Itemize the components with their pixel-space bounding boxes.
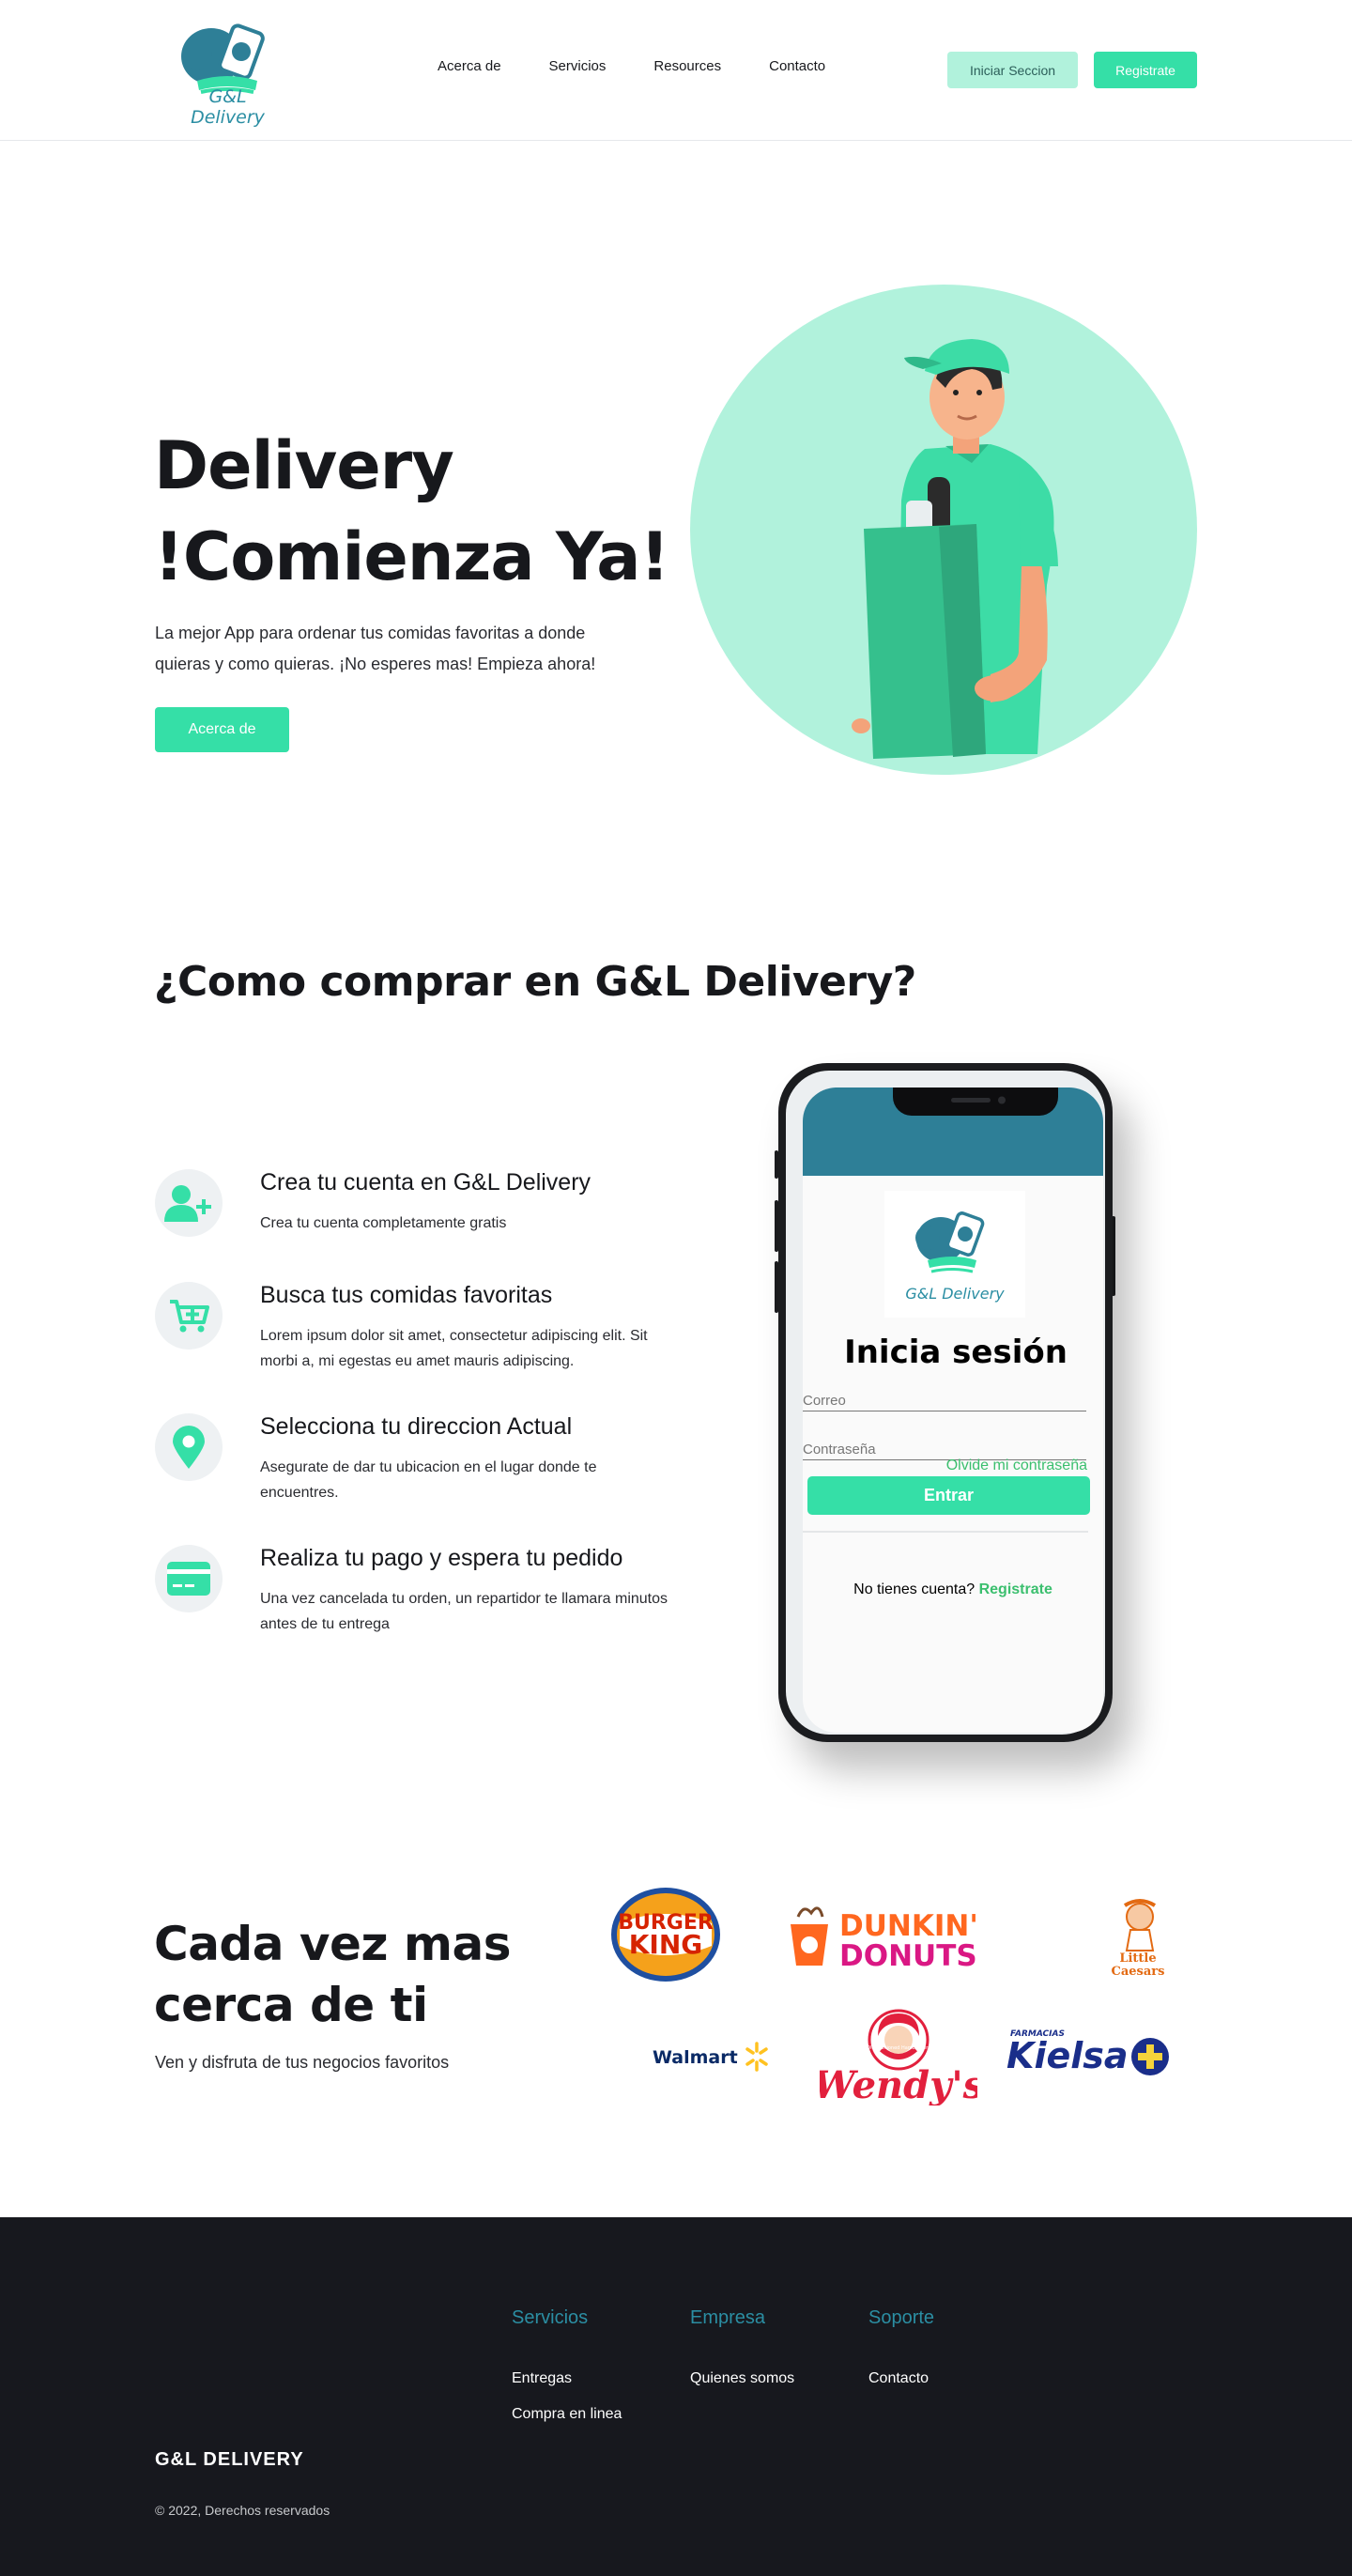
step-description: Crea tu cuenta completamente gratis <box>260 1215 507 1231</box>
phone-notch <box>893 1087 1058 1116</box>
phone-bezel: G&L Delivery Inicia sesión Correo Contra… <box>786 1071 1105 1735</box>
wendys-logo: Old Fashioned Hamburgers Wendy's <box>820 2008 977 2106</box>
brands-description: Ven y disfruta de tus negocios favoritos <box>155 2053 450 2072</box>
dunkin-word1: DUNKIN' <box>839 1909 978 1943</box>
phone-screen: G&L Delivery Inicia sesión Correo Contra… <box>803 1087 1103 1733</box>
divider <box>803 1531 1088 1533</box>
little-caesars-word1: Little <box>1119 1951 1156 1966</box>
little-caesars-word2: Caesars <box>1112 1965 1165 1979</box>
no-account-label: No tienes cuenta? <box>853 1581 976 1597</box>
footer-link-compra[interactable]: Compra en linea <box>512 2406 622 2423</box>
footer-col-empresa: Empresa <box>690 2307 766 2328</box>
kielsa-word: Kielsa <box>1006 2035 1129 2076</box>
step-description: Asegurate de dar tu ubicacion en el luga… <box>260 1459 597 1501</box>
footer-link-quienes[interactable]: Quienes somos <box>690 2370 794 2387</box>
nav-resources[interactable]: Resources <box>653 58 721 74</box>
step-description: Una vez cancelada tu orden, un repartido… <box>260 1591 668 1632</box>
footer-brand: G&L DELIVERY <box>155 2449 304 2470</box>
step-title: Busca tus comidas favoritas <box>260 1282 553 1308</box>
screen-logo-text: G&L Delivery <box>905 1285 1005 1303</box>
no-account-text: No tienes cuenta? Registrate <box>803 1581 1103 1598</box>
walmart-logo: Walmart <box>651 2038 773 2075</box>
screen-title: Inicia sesión <box>844 1334 1068 1371</box>
step-title: Realiza tu pago y espera tu pedido <box>260 1545 623 1571</box>
brands-title-line1: Cada vez mas <box>154 1917 512 1971</box>
user-plus-icon <box>155 1169 223 1237</box>
footer-link-entregas[interactable]: Entregas <box>512 2370 572 2387</box>
nav-contacto[interactable]: Contacto <box>769 58 825 74</box>
delivery-man-icon <box>852 339 1058 759</box>
footer-copyright: © 2022, Derechos reservados <box>155 2503 330 2518</box>
logo-text: G&L Delivery <box>191 86 265 128</box>
main-nav: Acerca de Servicios Resources Contacto <box>438 58 825 74</box>
burger-king-word2: KING <box>629 1929 703 1960</box>
site-footer <box>0 2217 1352 2576</box>
login-button[interactable]: Iniciar Seccion <box>947 52 1078 88</box>
hero-title-line1: Delivery <box>154 427 454 504</box>
step-description: Lorem ipsum dolor sit amet, consectetur … <box>260 1328 648 1369</box>
register-button[interactable]: Registrate <box>1094 52 1197 88</box>
register-link[interactable]: Registrate <box>979 1581 1052 1597</box>
step-title: Selecciona tu direccion Actual <box>260 1413 573 1440</box>
email-field[interactable]: Correo <box>803 1393 1086 1411</box>
little-caesars-logo: Little Caesars <box>1100 1894 1175 1979</box>
nav-servicios[interactable]: Servicios <box>549 58 607 74</box>
dunkin-word2: DONUTS <box>839 1939 977 1969</box>
brands-title: Cada vez mas cerca de ti <box>154 1914 512 2036</box>
location-pin-icon <box>155 1413 223 1481</box>
credit-card-icon <box>155 1545 223 1612</box>
hero-title-line2: !Comienza Ya! <box>154 518 669 595</box>
step-title: Crea tu cuenta en G&L Delivery <box>260 1169 592 1195</box>
cart-icon <box>155 1282 223 1350</box>
submit-button[interactable]: Entrar <box>807 1476 1090 1515</box>
burger-king-logo: BURGER KING <box>608 1886 723 1983</box>
footer-col-soporte: Soporte <box>868 2307 935 2328</box>
hero-title: Delivery !Comienza Ya! <box>154 421 669 603</box>
footer-col-servicios: Servicios <box>512 2307 589 2328</box>
hero-illustration <box>690 285 1197 775</box>
wendys-badge-text: Old Fashioned Hamburgers <box>867 2045 930 2051</box>
about-button[interactable]: Acerca de <box>155 707 289 752</box>
walmart-word: Walmart <box>653 2047 738 2068</box>
dunkin-donuts-logo: DUNKIN' DONUTS <box>785 1900 1029 1969</box>
phone-mockup: G&L Delivery Inicia sesión Correo Contra… <box>778 1063 1113 1742</box>
kielsa-logo: FARMACIAS Kielsa <box>1005 2019 1174 2085</box>
hero-description: La mejor App para ordenar tus comidas fa… <box>155 624 596 673</box>
brands-title-line2: cerca de ti <box>154 1978 428 2032</box>
brand-logo[interactable]: G&L Delivery <box>169 17 286 128</box>
forgot-password-link[interactable]: Olvide mi contraseña <box>934 1458 1087 1474</box>
site-header: G&L Delivery Acerca de Servicios Resourc… <box>0 0 1352 141</box>
how-title: ¿Como comprar en G&L Delivery? <box>154 958 916 1006</box>
footer-link-contacto[interactable]: Contacto <box>868 2370 929 2387</box>
wendys-word: Wendy's <box>820 2063 977 2106</box>
nav-acerca[interactable]: Acerca de <box>438 58 501 74</box>
